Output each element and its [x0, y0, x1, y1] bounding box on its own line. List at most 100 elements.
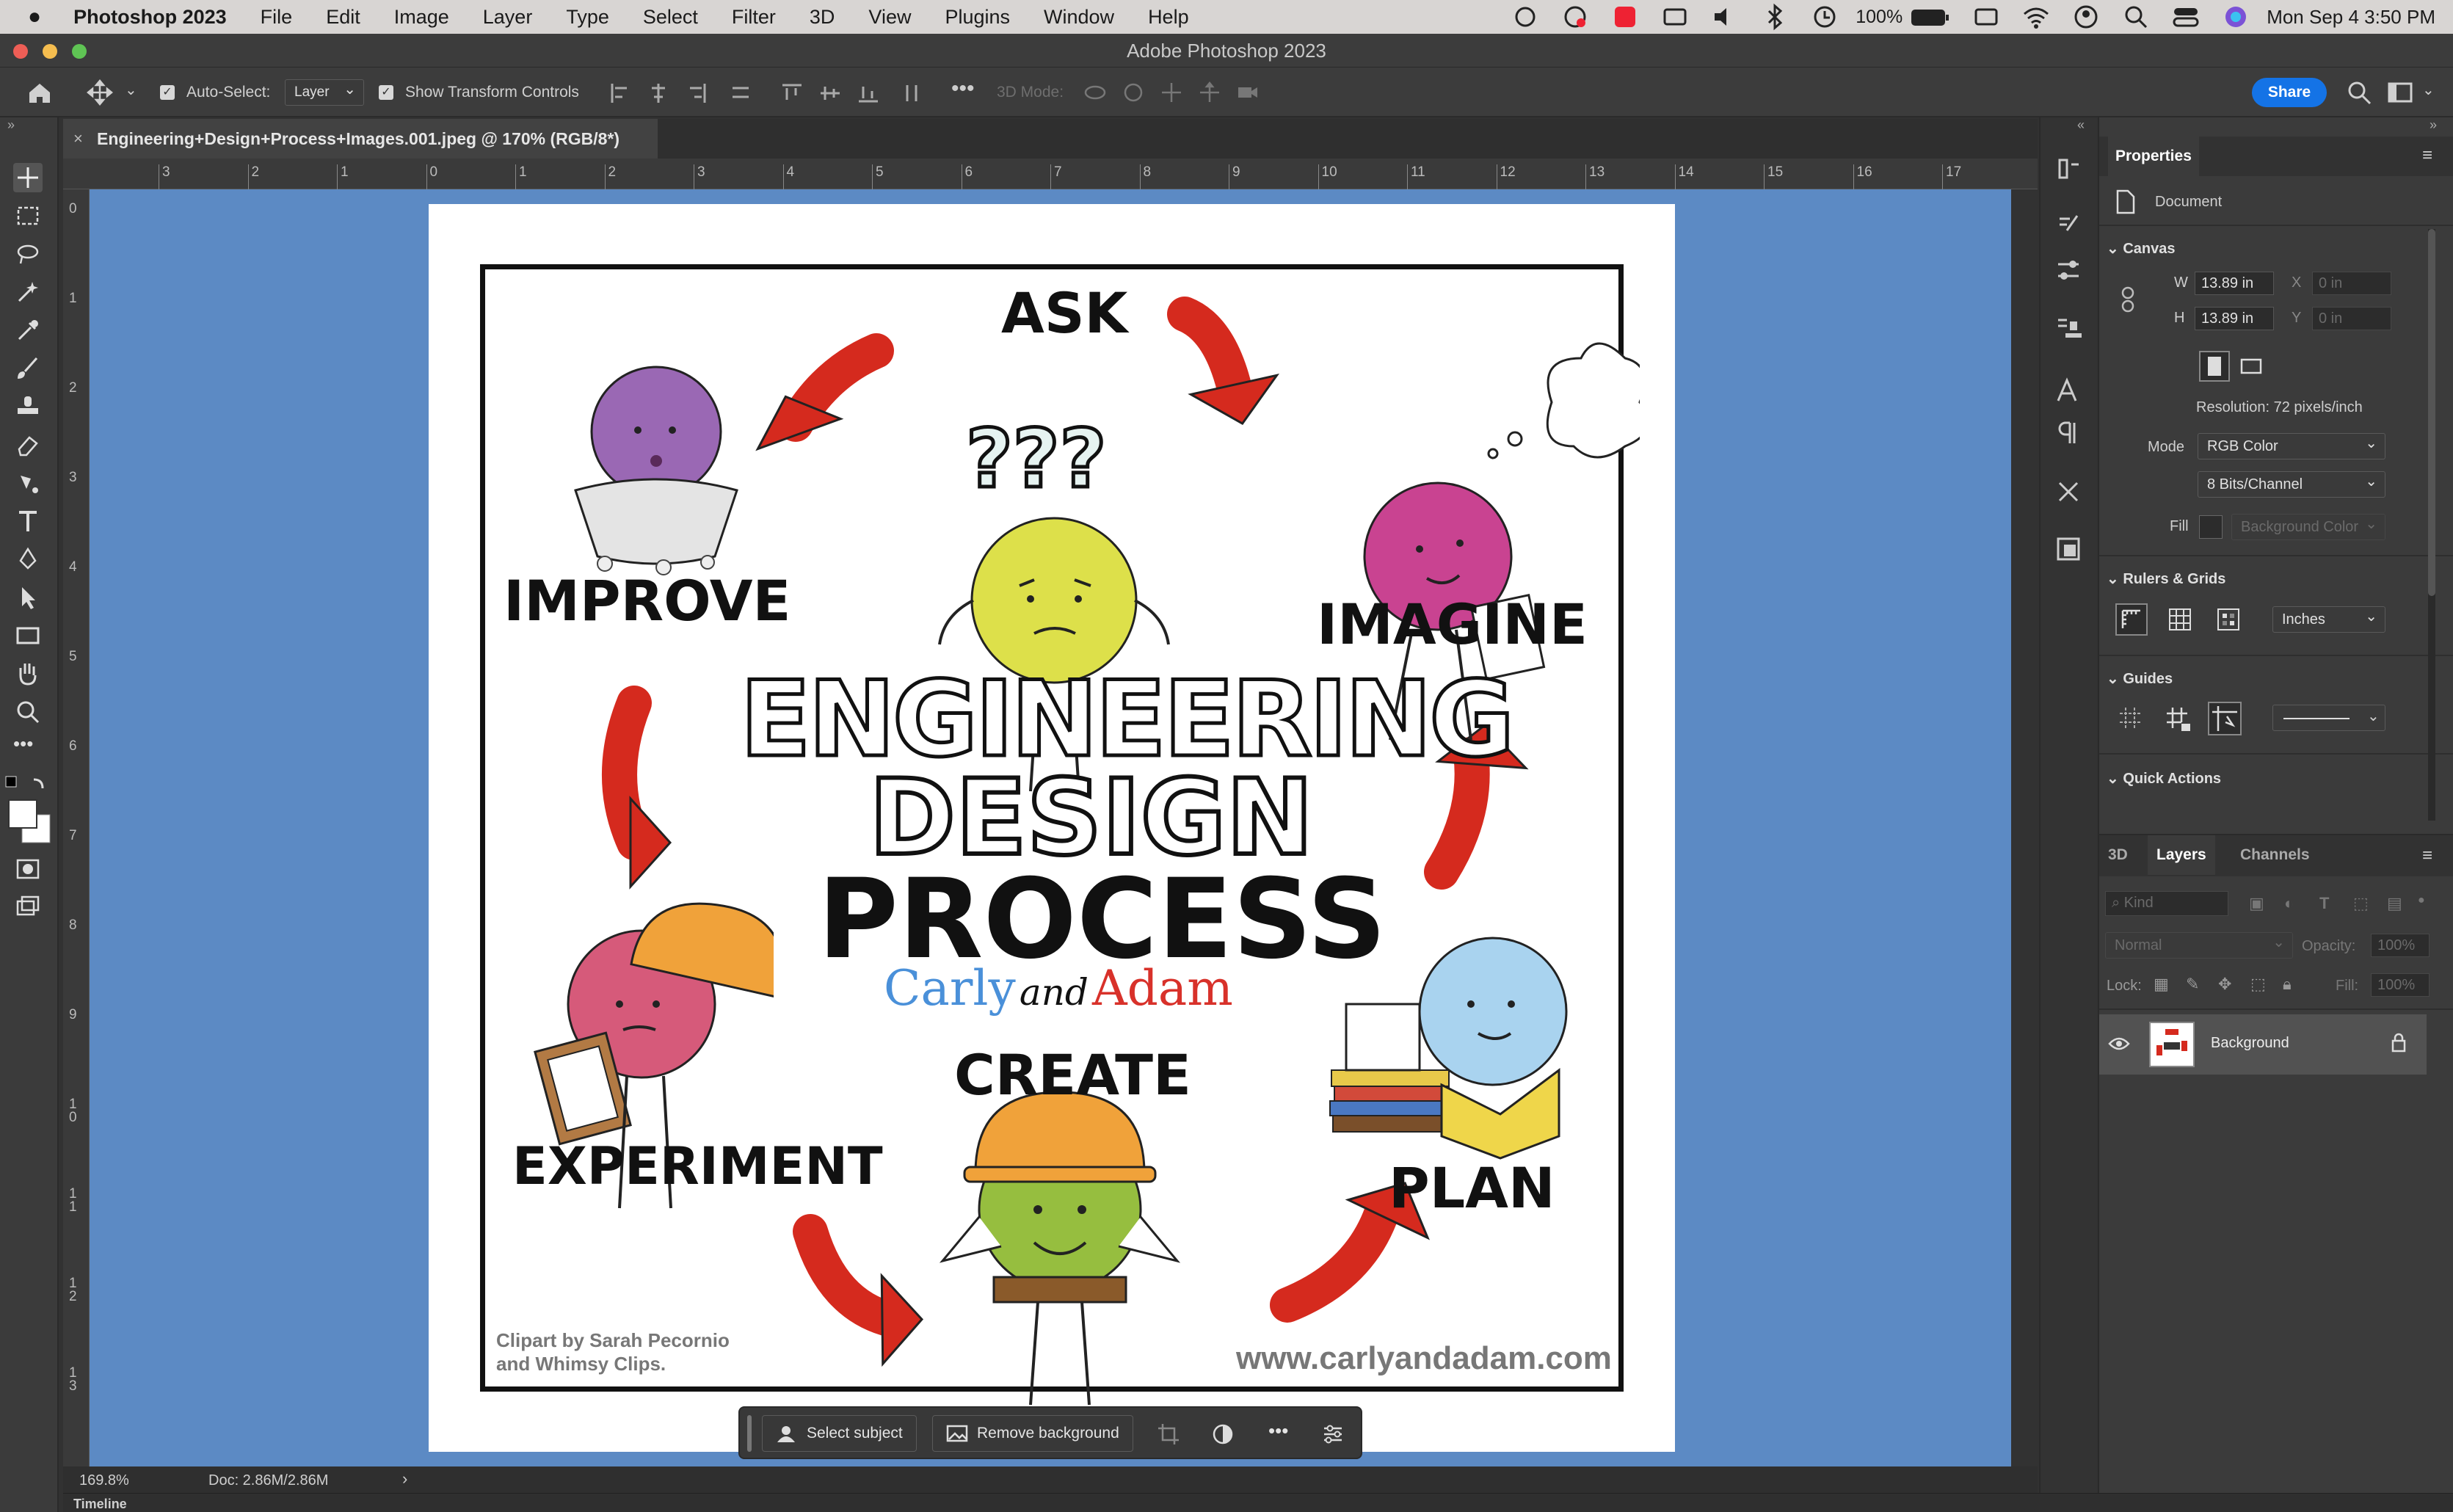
eraser-tool-icon[interactable] — [13, 430, 43, 459]
quick-mask-icon[interactable] — [13, 854, 43, 884]
menu-view[interactable]: View — [868, 6, 911, 29]
y-field[interactable]: 0 in — [2312, 307, 2391, 330]
layer-name[interactable]: Background — [2211, 1035, 2289, 1052]
panel-scrollbar-thumb[interactable] — [2428, 229, 2435, 596]
lock-artboard-icon[interactable]: ⬚ — [2250, 975, 2266, 994]
filter-smart-object-icon[interactable]: ▤ — [2387, 894, 2402, 913]
apple-icon[interactable]: ● — [28, 4, 41, 29]
crop-icon[interactable] — [1157, 1422, 1180, 1446]
3d-pan-icon[interactable] — [1160, 81, 1183, 104]
keyboard-icon[interactable] — [1972, 2, 2001, 32]
menu-window[interactable]: Window — [1044, 6, 1114, 29]
spotlight-search-icon[interactable] — [2121, 2, 2151, 32]
task-bar-handle[interactable] — [747, 1415, 752, 1452]
menu-image[interactable]: Image — [394, 6, 449, 29]
expand-panels-icon[interactable]: » — [2430, 117, 2437, 133]
status-icon-1[interactable] — [1511, 2, 1540, 32]
hand-tool-icon[interactable] — [13, 659, 43, 688]
workspace-icon[interactable] — [2387, 79, 2413, 106]
filter-toggle-icon[interactable]: ● — [2418, 894, 2425, 907]
fill-swatch[interactable] — [2199, 515, 2223, 539]
collapse-panels-icon[interactable]: « — [2077, 117, 2085, 133]
align-bottom-icon[interactable] — [857, 82, 879, 104]
status-menu-icon[interactable]: › — [402, 1469, 407, 1489]
menu-help[interactable]: Help — [1148, 6, 1189, 29]
ruler-toggle-icon[interactable] — [2115, 603, 2148, 636]
visibility-eye-icon[interactable] — [2108, 1035, 2130, 1053]
window-icon[interactable] — [1660, 2, 1690, 32]
color-swatches-icon[interactable] — [4, 775, 54, 846]
menu-layer[interactable]: Layer — [483, 6, 533, 29]
3d-orbit-icon[interactable] — [1083, 81, 1107, 104]
quick-actions-section-title[interactable]: ⌄ Quick Actions — [2107, 769, 2221, 788]
path-select-tool-icon[interactable] — [13, 583, 43, 612]
home-icon[interactable] — [26, 79, 53, 106]
workspace-chevron-icon[interactable]: ⌄ — [2422, 81, 2435, 99]
auto-select-checkbox[interactable]: ✓ — [160, 85, 175, 100]
align-left-icon[interactable] — [609, 82, 631, 104]
tab-channels[interactable]: Channels — [2240, 835, 2310, 875]
libraries-panel-icon[interactable] — [2054, 534, 2083, 564]
lock-all-icon[interactable]: 🔒︎ — [2283, 975, 2292, 994]
brush-settings-icon[interactable] — [2054, 211, 2083, 241]
layer-row-background[interactable]: Background — [2099, 1014, 2427, 1075]
more-tools-icon[interactable]: ••• — [13, 733, 33, 755]
document-tab[interactable]: × Engineering+Design+Process+Images.001.… — [63, 119, 658, 159]
layer-filter-field[interactable]: ⌕ Kind — [2105, 891, 2228, 916]
menu-select[interactable]: Select — [643, 6, 698, 29]
smart-guides-icon[interactable] — [2208, 702, 2242, 735]
landscape-orientation-icon[interactable] — [2239, 354, 2264, 379]
align-center-h-icon[interactable] — [647, 82, 669, 104]
width-field[interactable]: 13.89 in — [2195, 272, 2274, 295]
user-icon[interactable] — [2071, 2, 2101, 32]
move-tool-icon[interactable] — [13, 163, 43, 192]
filter-pixel-icon[interactable]: ▣ — [2249, 894, 2264, 913]
guide-style-dropdown[interactable]: ⌄ — [2272, 705, 2385, 731]
rectangle-tool-icon[interactable] — [13, 621, 43, 650]
task-bar-settings-icon[interactable] — [1321, 1422, 1345, 1446]
transform-controls-checkbox[interactable]: ✓ — [379, 85, 393, 100]
collapse-toolbar-icon[interactable]: » — [7, 117, 15, 133]
screen-mode-icon[interactable] — [13, 893, 43, 922]
guides-section-title[interactable]: ⌄ Guides — [2107, 669, 2173, 688]
filter-adjustment-icon[interactable]: ◐ — [2284, 894, 2294, 913]
filter-type-icon[interactable]: T — [2319, 894, 2329, 913]
bluetooth-icon[interactable] — [1760, 2, 1789, 32]
lock-position-icon[interactable]: ✥ — [2218, 975, 2231, 994]
object-select-tool-icon[interactable] — [13, 277, 43, 307]
filter-shape-icon[interactable]: ⬚ — [2353, 894, 2369, 913]
remove-background-button[interactable]: Remove background — [932, 1415, 1133, 1452]
adjustment-icon[interactable] — [1211, 1422, 1235, 1446]
type-tool-icon[interactable] — [13, 506, 43, 536]
pen-tool-icon[interactable] — [13, 545, 43, 574]
wifi-icon[interactable] — [2021, 2, 2051, 32]
zoom-window-icon[interactable] — [72, 44, 87, 59]
close-window-icon[interactable] — [13, 44, 28, 59]
time-machine-icon[interactable] — [1810, 2, 1839, 32]
stamp-tool-icon[interactable] — [13, 392, 43, 421]
ruler-vertical[interactable]: 0 1 2 3 4 5 6 7 8 9 1 0 1 1 1 2 1 3 — [63, 189, 90, 1466]
menu-3d[interactable]: 3D — [810, 6, 835, 29]
opacity-field[interactable]: 100% — [2371, 934, 2430, 957]
cc-icon[interactable] — [1560, 2, 1590, 32]
menu-plugins[interactable]: Plugins — [945, 6, 1010, 29]
clone-source-icon[interactable] — [2054, 314, 2083, 344]
properties-tab[interactable]: Properties — [2108, 137, 2199, 176]
align-top-icon[interactable] — [781, 82, 803, 104]
search-icon[interactable] — [2346, 79, 2372, 106]
rulers-grids-section-title[interactable]: ⌄ Rulers & Grids — [2107, 570, 2225, 588]
properties-menu-icon[interactable]: ≡ — [2422, 145, 2432, 166]
tool-presets-icon[interactable] — [2054, 477, 2083, 506]
lasso-tool-icon[interactable] — [13, 239, 43, 269]
document-canvas[interactable]: ??? ASK IMAGINE PLAN CREATE EXPERIMENT I… — [429, 204, 1675, 1452]
notification-badge-icon[interactable] — [1610, 2, 1640, 32]
fill-dropdown[interactable]: Background Color — [2231, 512, 2385, 540]
bit-depth-dropdown[interactable]: 8 Bits/Channel — [2198, 469, 2385, 498]
3d-slide-icon[interactable] — [1198, 81, 1221, 104]
tab-3d[interactable]: 3D — [2108, 835, 2128, 875]
height-field[interactable]: 13.89 in — [2195, 307, 2274, 330]
marquee-tool-icon[interactable] — [13, 201, 43, 230]
minimize-window-icon[interactable] — [43, 44, 57, 59]
auto-select-dropdown[interactable]: Layer — [285, 77, 364, 106]
select-subject-button[interactable]: Select subject — [762, 1415, 917, 1452]
